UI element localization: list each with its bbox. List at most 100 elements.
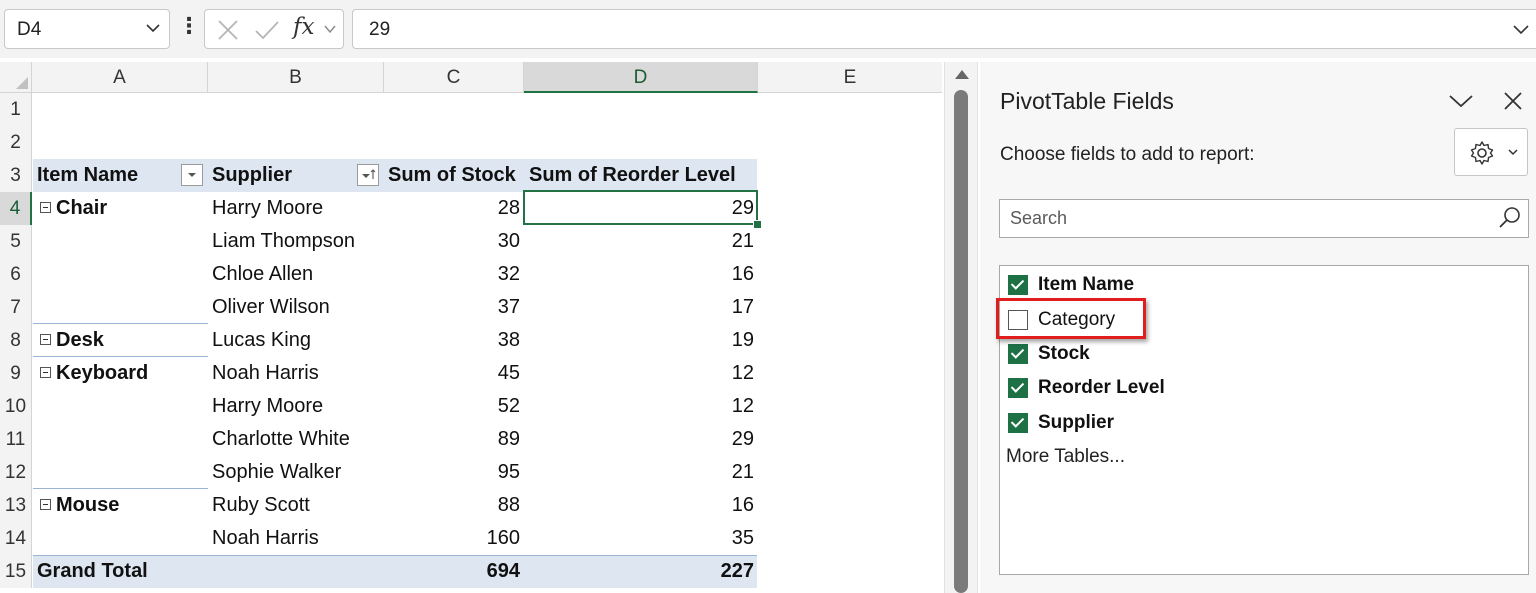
reorder-cell[interactable]: 17 (524, 291, 758, 324)
reorder-cell[interactable]: 29 (524, 423, 758, 456)
supplier-cell[interactable]: Noah Harris (212, 357, 319, 390)
row-header-10[interactable]: 10 (0, 390, 32, 423)
checkbox-checked[interactable] (1008, 275, 1028, 295)
stock-cell[interactable]: 37 (384, 291, 524, 324)
row-header-15[interactable]: 15 (0, 555, 32, 588)
stock-cell[interactable]: 32 (384, 258, 524, 291)
checkbox-checked[interactable] (1008, 413, 1028, 433)
row-header-13[interactable]: 13 (0, 489, 32, 522)
more-tables-link[interactable]: More Tables... (1006, 446, 1125, 468)
grand-total-reorder[interactable]: 227 (524, 555, 758, 588)
column-header-d[interactable]: D (524, 62, 758, 93)
expand-formula-chevron-icon[interactable] (1512, 21, 1530, 37)
enter-check-icon[interactable] (253, 17, 281, 43)
reorder-cell[interactable]: 35 (524, 522, 758, 555)
checkbox-checked[interactable] (1008, 378, 1028, 398)
pivot-header-supplier[interactable]: Supplier (212, 159, 292, 192)
row-header-4[interactable]: 4 (0, 192, 32, 225)
row-header-12[interactable]: 12 (0, 456, 32, 489)
collapse-icon[interactable] (40, 498, 51, 510)
field-item-supplier[interactable]: Supplier (1008, 408, 1308, 438)
reorder-cell[interactable]: 21 (524, 225, 758, 258)
reorder-cell[interactable]: 19 (524, 324, 758, 357)
supplier-cell[interactable]: Harry Moore (212, 390, 323, 423)
grand-total-label[interactable]: Grand Total (37, 555, 148, 588)
column-header-e[interactable]: E (758, 62, 942, 93)
stock-cell[interactable]: 28 (384, 192, 524, 225)
supplier-cell[interactable]: Sophie Walker (212, 456, 341, 489)
field-item-reorder-level[interactable]: Reorder Level (1008, 373, 1308, 403)
reorder-cell[interactable]: 12 (524, 357, 758, 390)
field-search-input[interactable] (1010, 204, 1480, 232)
row-header-7[interactable]: 7 (0, 291, 32, 324)
collapse-icon[interactable] (40, 366, 51, 378)
stock-cell[interactable]: 45 (384, 357, 524, 390)
supplier-cell[interactable]: Charlotte White (212, 423, 350, 456)
insert-function-icon[interactable]: fx (293, 14, 314, 40)
reorder-cell[interactable]: 21 (524, 456, 758, 489)
reorder-cell[interactable]: 16 (524, 489, 758, 522)
field-item-stock[interactable]: Stock (1008, 339, 1308, 369)
row-header-3[interactable]: 3 (0, 159, 32, 192)
field-item-item-name[interactable]: Item Name (1008, 270, 1308, 300)
row-header-8[interactable]: 8 (0, 324, 32, 357)
row-header-6[interactable]: 6 (0, 258, 32, 291)
supplier-cell[interactable]: Harry Moore (212, 192, 323, 225)
item-name-filter-button[interactable] (181, 164, 203, 186)
stock-cell[interactable]: 95 (384, 456, 524, 489)
checkbox-checked[interactable] (1008, 344, 1028, 364)
collapse-icon[interactable] (40, 201, 51, 213)
row-header-1[interactable]: 1 (0, 93, 32, 126)
scroll-up-arrow-icon[interactable] (955, 70, 969, 79)
stock-cell[interactable]: 38 (384, 324, 524, 357)
reorder-cell[interactable]: 16 (524, 258, 758, 291)
pivot-item-cell[interactable]: Chair (33, 192, 107, 225)
row-header-2[interactable]: 2 (0, 126, 32, 159)
row-header-9[interactable]: 9 (0, 357, 32, 390)
item-name-keyboard: Keyboard (56, 362, 149, 384)
row-header-14[interactable]: 14 (0, 522, 32, 555)
stock-cell[interactable]: 160 (384, 522, 524, 555)
stock-cell[interactable]: 88 (384, 489, 524, 522)
supplier-cell[interactable]: Chloe Allen (212, 258, 313, 291)
supplier-cell[interactable]: Liam Thompson (212, 225, 355, 258)
stock-cell[interactable]: 89 (384, 423, 524, 456)
pivot-header-item-name[interactable]: Item Name (37, 159, 138, 192)
pivot-item-cell[interactable]: Mouse (33, 489, 119, 522)
pivot-header-sum-stock[interactable]: Sum of Stock (388, 159, 516, 192)
more-options-icon[interactable]: ⋮ (178, 14, 200, 44)
name-box[interactable]: D4 (4, 9, 170, 49)
column-header-b[interactable]: B (208, 62, 384, 93)
supplier-filter-sort-button[interactable] (357, 164, 379, 186)
row-header-5[interactable]: 5 (0, 225, 32, 258)
fill-handle[interactable] (753, 220, 762, 229)
search-icon[interactable] (1497, 205, 1523, 231)
supplier-cell[interactable]: Lucas King (212, 324, 311, 357)
pivot-item-cell[interactable]: Keyboard (33, 357, 148, 390)
grand-total-stock[interactable]: 694 (384, 555, 524, 588)
scrollbar-thumb[interactable] (954, 90, 968, 593)
select-all-corner[interactable] (0, 62, 32, 93)
supplier-cell[interactable]: Noah Harris (212, 522, 319, 555)
chevron-down-icon[interactable] (323, 22, 337, 36)
stock-cell[interactable]: 30 (384, 225, 524, 258)
stock-cell[interactable]: 52 (384, 390, 524, 423)
column-header-a[interactable]: A (32, 62, 208, 93)
row-header-11[interactable]: 11 (0, 423, 32, 456)
cancel-icon[interactable] (215, 17, 241, 43)
reorder-cell[interactable]: 12 (524, 390, 758, 423)
pane-options-chevron-icon[interactable] (1448, 92, 1474, 110)
collapse-icon[interactable] (40, 333, 51, 345)
chevron-down-icon[interactable] (145, 20, 161, 36)
spreadsheet-grid[interactable]: A B C D E 1 2 3 4 5 6 7 8 9 10 11 12 13 … (0, 62, 942, 593)
pivot-item-cell[interactable]: Desk (33, 324, 104, 357)
vertical-scrollbar[interactable] (944, 62, 978, 593)
field-list-settings-button[interactable] (1454, 128, 1528, 176)
close-icon[interactable] (1502, 90, 1524, 112)
pivot-header-sum-reorder[interactable]: Sum of Reorder Level (529, 159, 736, 192)
column-header-c[interactable]: C (384, 62, 524, 93)
formula-input[interactable]: 29 (352, 9, 1536, 49)
field-search-box[interactable] (999, 199, 1529, 238)
supplier-cell[interactable]: Ruby Scott (212, 489, 310, 522)
supplier-cell[interactable]: Oliver Wilson (212, 291, 330, 324)
